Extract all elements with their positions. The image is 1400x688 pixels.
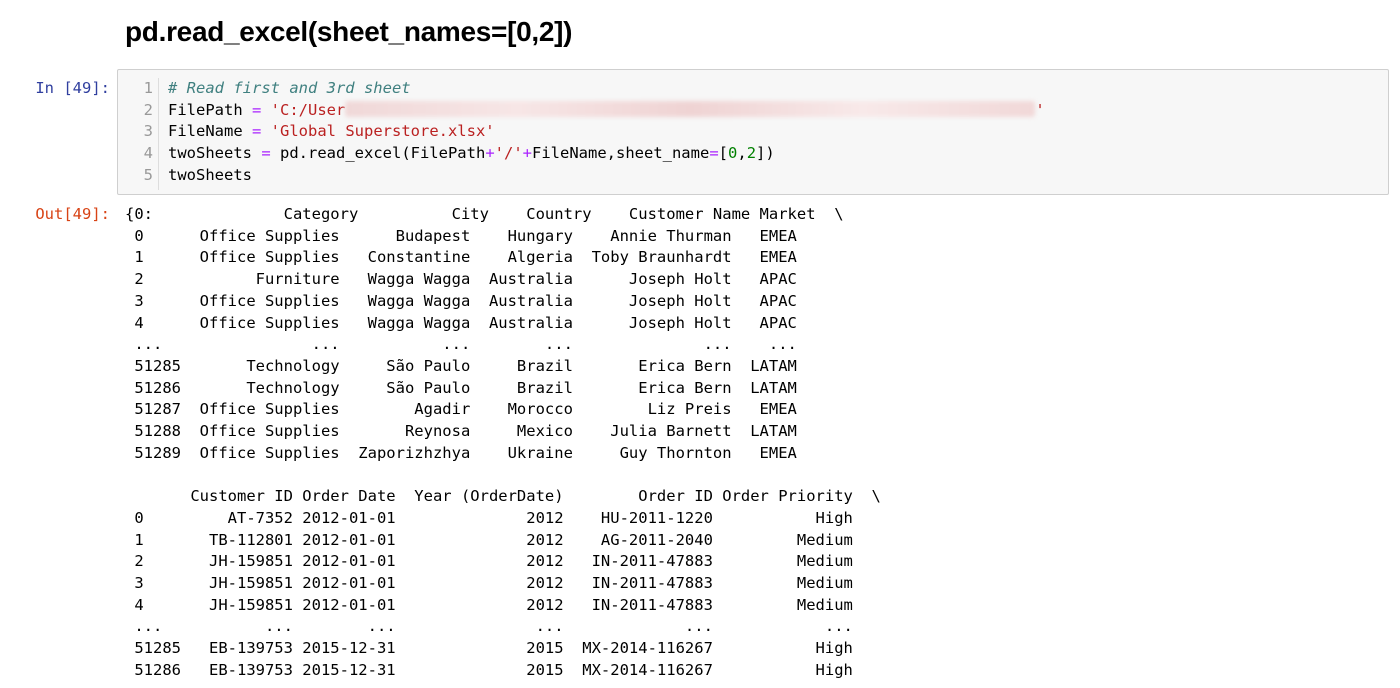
redacted-path bbox=[345, 100, 1036, 117]
output-line: 51285 EB-139753 2015-12-31 2015 MX-2014-… bbox=[125, 639, 853, 658]
output-line: 51288 Office Supplies Reynosa Mexico Jul… bbox=[125, 422, 797, 441]
markdown-heading: pd.read_excel(sheet_names=[0,2]) bbox=[125, 16, 573, 47]
output-line: 1 Office Supplies Constantine Algeria To… bbox=[125, 248, 797, 267]
cell-output: {0: Category City Country Customer Name … bbox=[125, 204, 881, 681]
line-number: 1 bbox=[143, 79, 153, 97]
output-line: 4 JH-159851 2012-01-01 2012 IN-2011-4788… bbox=[125, 595, 853, 614]
code-input-area[interactable]: 1 2 3 4 5 # Read first and 3rd sheet File… bbox=[117, 69, 1389, 195]
line-number: 2 bbox=[143, 100, 153, 119]
code-line-2: FilePath = 'C:/User ' bbox=[168, 100, 1045, 119]
code-line-4: twoSheets = pd.read_excel(FilePath+'/'+F… bbox=[168, 144, 775, 163]
output-line: 3 Office Supplies Wagga Wagga Australia … bbox=[125, 291, 797, 310]
input-prompt: In [49]: bbox=[35, 79, 110, 97]
output-line: Customer ID Order Date Year (OrderDate) … bbox=[125, 487, 881, 506]
output-line: ​ bbox=[125, 464, 881, 486]
code-line-5: twoSheets bbox=[168, 165, 252, 184]
output-line: 51285 Technology São Paulo Brazil Erica … bbox=[125, 356, 797, 375]
code-line-1: # Read first and 3rd sheet bbox=[168, 79, 411, 97]
output-line: 2 Furniture Wagga Wagga Australia Joseph… bbox=[125, 270, 797, 289]
code-line-3: FileName = 'Global Superstore.xlsx' bbox=[168, 122, 495, 141]
output-line: ... ... ... ... ... ... bbox=[125, 617, 853, 636]
line-number: 5 bbox=[143, 165, 153, 184]
output-line: 51286 Technology São Paulo Brazil Erica … bbox=[125, 378, 797, 397]
output-line: 51289 Office Supplies Zaporizhzhya Ukrai… bbox=[125, 443, 797, 462]
line-number: 3 bbox=[143, 122, 153, 141]
output-line: 4 Office Supplies Wagga Wagga Australia … bbox=[125, 313, 797, 332]
output-line: 3 JH-159851 2012-01-01 2012 IN-2011-4788… bbox=[125, 573, 853, 592]
output-line: 1 TB-112801 2012-01-01 2012 AG-2011-2040… bbox=[125, 530, 853, 549]
output-line: ... ... ... ... ... ... bbox=[125, 335, 797, 354]
output-line: 0 Office Supplies Budapest Hungary Annie… bbox=[125, 226, 797, 245]
output-line: 51286 EB-139753 2015-12-31 2015 MX-2014-… bbox=[125, 660, 853, 679]
output-line: 2 JH-159851 2012-01-01 2012 IN-2011-4788… bbox=[125, 552, 853, 571]
output-prompt: Out[49]: bbox=[35, 205, 110, 223]
line-number-gutter: 1 2 3 4 5 bbox=[118, 78, 159, 190]
code-editor[interactable]: # Read first and 3rd sheet FilePath = 'C:… bbox=[168, 78, 1045, 187]
output-line: {0: Category City Country Customer Name … bbox=[125, 205, 844, 223]
output-line: 0 AT-7352 2012-01-01 2012 HU-2011-1220 H… bbox=[125, 508, 853, 527]
output-line: 51287 Office Supplies Agadir Morocco Liz… bbox=[125, 400, 797, 419]
line-number: 4 bbox=[143, 144, 153, 163]
